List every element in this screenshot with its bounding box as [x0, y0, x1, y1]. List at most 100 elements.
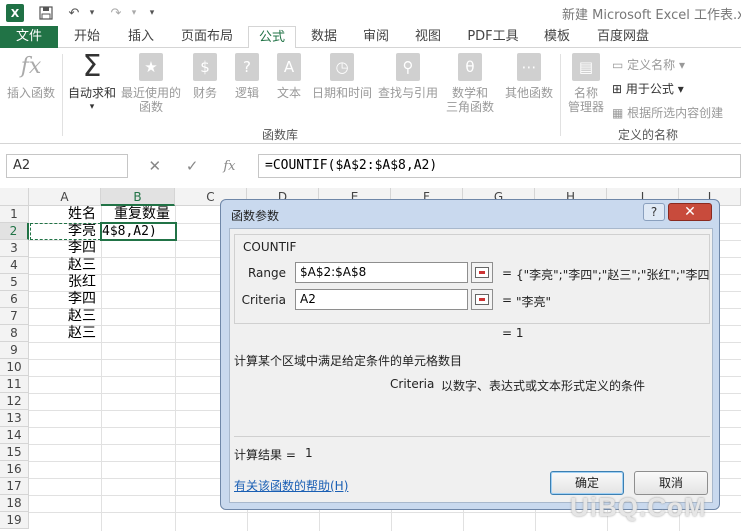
- cell-a8[interactable]: 赵三: [68, 325, 96, 342]
- tab-view[interactable]: 视图: [406, 26, 450, 48]
- tab-home[interactable]: 开始: [64, 26, 110, 48]
- formula-input[interactable]: =COUNTIF($A$2:$A$8,A2): [258, 154, 741, 178]
- redo-icon[interactable]: ↷: [106, 3, 126, 23]
- divider: [62, 54, 63, 136]
- name-box[interactable]: A2: [6, 154, 128, 178]
- cell-a3[interactable]: 李四: [68, 240, 96, 257]
- cell-a1[interactable]: 姓名: [68, 206, 96, 223]
- recently-used-button[interactable]: ★ 最近使用的 函数: [120, 52, 182, 114]
- equals-sign: =: [502, 266, 513, 280]
- divider: [234, 436, 710, 437]
- document-title: 新建 Microsoft Excel 工作表.xls: [562, 8, 741, 23]
- gridline: [175, 206, 176, 531]
- function-help-link[interactable]: 有关该函数的帮助(H): [234, 477, 348, 494]
- row-header[interactable]: 13: [0, 410, 29, 427]
- row-header[interactable]: 19: [0, 512, 29, 529]
- undo-icon[interactable]: ↶: [64, 3, 84, 23]
- title-bar: X ↶ ▾ ↷ ▾ ▾ 新建 Microsoft Excel 工作表.xls: [0, 0, 741, 26]
- text-button[interactable]: A 文本: [270, 52, 308, 100]
- calc-result-value: 1: [305, 446, 313, 460]
- undo-dropdown-icon[interactable]: ▾: [86, 3, 98, 23]
- customize-toolbar-icon[interactable]: ▾: [146, 3, 158, 23]
- cell-a5[interactable]: 张红: [68, 274, 96, 291]
- use-in-formula-button[interactable]: ⊞ 用于公式 ▾: [612, 80, 684, 97]
- equals-sign: =: [502, 293, 513, 307]
- cell-b1[interactable]: 重复数量: [114, 206, 170, 223]
- row-header[interactable]: 7: [0, 308, 29, 325]
- row-header[interactable]: 16: [0, 461, 29, 478]
- cell-a4[interactable]: 赵三: [68, 257, 96, 274]
- select-all-corner[interactable]: [0, 188, 29, 206]
- define-name-button[interactable]: ▭ 定义名称 ▾: [612, 56, 685, 73]
- criteria-result: "李亮": [516, 295, 552, 309]
- chevron-down-icon: ▾: [673, 82, 684, 96]
- more-functions-button[interactable]: ⋯ 其他函数: [502, 52, 556, 100]
- tab-review[interactable]: 审阅: [354, 26, 398, 48]
- criteria-input[interactable]: A2: [295, 289, 468, 310]
- row-header[interactable]: 2: [0, 223, 29, 240]
- dialog-title: 函数参数: [231, 209, 280, 223]
- dialog-body: COUNTIF Range $A$2:$A$8 = {"李亮";"李四";"赵三…: [229, 228, 713, 503]
- excel-logo-icon: X: [6, 4, 24, 22]
- argument-description: 以数字、表达式或文本形式定义的条件: [441, 379, 646, 393]
- tab-file[interactable]: 文件: [0, 26, 58, 48]
- logical-button[interactable]: ? 逻辑: [228, 52, 266, 100]
- cell-b2-edit[interactable]: 4$8,A2): [102, 223, 157, 240]
- row-header[interactable]: 8: [0, 325, 29, 342]
- insert-function-button[interactable]: fx 插入函数: [4, 52, 58, 101]
- row-header[interactable]: 12: [0, 393, 29, 410]
- row-header[interactable]: 1: [0, 206, 29, 223]
- help-button[interactable]: ?: [643, 203, 665, 221]
- row-header[interactable]: 17: [0, 478, 29, 495]
- column-header[interactable]: A: [29, 188, 101, 206]
- redo-dropdown-icon[interactable]: ▾: [128, 3, 140, 23]
- magnifier-icon: ⚲: [396, 53, 420, 81]
- lookup-reference-button[interactable]: ⚲ 查找与引用: [376, 52, 440, 100]
- row-header[interactable]: 10: [0, 359, 29, 376]
- range-collapse-button[interactable]: [471, 262, 493, 283]
- datetime-button[interactable]: ◷ 日期和时间: [310, 52, 374, 100]
- text-a-icon: A: [277, 53, 301, 81]
- create-from-selection-button[interactable]: ▦ 根据所选内容创建: [612, 104, 723, 121]
- collapse-dialog-icon: [475, 267, 489, 278]
- close-button[interactable]: ✕: [668, 203, 712, 221]
- tab-insert[interactable]: 插入: [118, 26, 164, 48]
- column-header[interactable]: B: [101, 188, 175, 206]
- row-header[interactable]: 9: [0, 342, 29, 359]
- row-header[interactable]: 4: [0, 257, 29, 274]
- argument-name: Criteria: [390, 377, 435, 391]
- row-header[interactable]: 3: [0, 240, 29, 257]
- fx-icon[interactable]: fx: [223, 159, 235, 174]
- row-header[interactable]: 6: [0, 291, 29, 308]
- row-header[interactable]: 5: [0, 274, 29, 291]
- autosum-button[interactable]: Σ 自动求和 ▾: [66, 52, 118, 114]
- confirm-icon[interactable]: ✓: [186, 157, 199, 175]
- function-arguments-dialog: 函数参数 ? ✕ COUNTIF Range $A$2:$A$8 = {"李亮"…: [220, 199, 720, 510]
- gridline: [101, 206, 102, 531]
- tab-formulas[interactable]: 公式: [248, 26, 296, 49]
- chevron-down-icon: ▾: [89, 102, 95, 112]
- tab-page-layout[interactable]: 页面布局: [174, 26, 240, 48]
- tab-baidu-netdisk[interactable]: 百度网盘: [590, 26, 656, 48]
- cell-a6[interactable]: 李四: [68, 291, 96, 308]
- tab-templates[interactable]: 模板: [534, 26, 580, 48]
- cell-a7[interactable]: 赵三: [68, 308, 96, 325]
- range-input[interactable]: $A$2:$A$8: [295, 262, 468, 283]
- collapse-dialog-icon: [475, 294, 489, 305]
- name-manager-button[interactable]: ▤ 名称 管理器: [564, 52, 608, 114]
- tab-pdf-tools[interactable]: PDF工具: [460, 26, 526, 48]
- coins-icon: $: [193, 53, 217, 81]
- fx-icon: fx: [20, 54, 42, 79]
- financial-button[interactable]: $ 财务: [186, 52, 224, 100]
- formula-bar: A2 ✕ ✓ fx =COUNTIF($A$2:$A$8,A2): [0, 150, 741, 182]
- math-trig-button[interactable]: θ 数学和 三角函数: [440, 52, 500, 114]
- function-description: 计算某个区域中满足给定条件的单元格数目: [234, 354, 463, 368]
- row-header[interactable]: 14: [0, 427, 29, 444]
- save-icon[interactable]: [36, 3, 56, 23]
- criteria-collapse-button[interactable]: [471, 289, 493, 310]
- row-header[interactable]: 11: [0, 376, 29, 393]
- cancel-icon[interactable]: ✕: [148, 157, 161, 175]
- row-header[interactable]: 18: [0, 495, 29, 512]
- tab-data[interactable]: 数据: [302, 26, 346, 48]
- row-header[interactable]: 15: [0, 444, 29, 461]
